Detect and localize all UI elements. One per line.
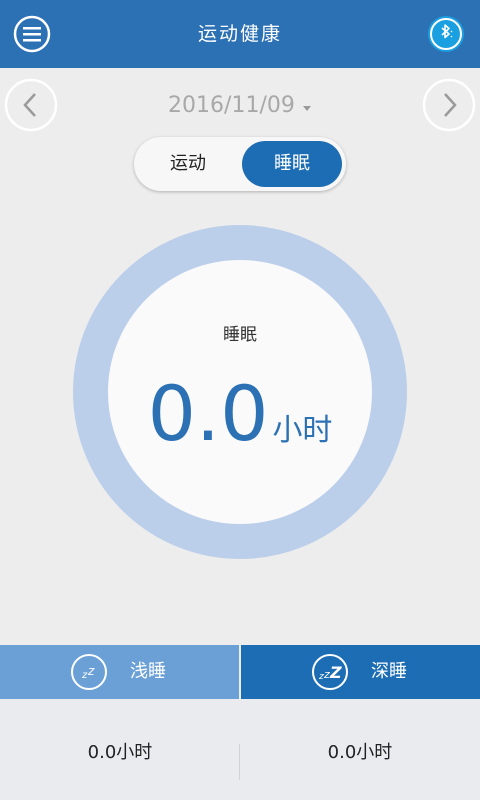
sleep-zz-icon: z z <box>71 654 107 690</box>
ring-value-display: 0.0 小时 <box>100 364 380 464</box>
svg-text:z: z <box>81 670 88 681</box>
tab-deep-sleep[interactable]: z z Z 深睡 <box>241 645 480 699</box>
ring-unit: 小时 <box>272 413 333 448</box>
light-sleep-value: 0.0小时 <box>87 742 153 763</box>
tab-deep-sleep-label: 深睡 <box>371 661 407 682</box>
tab-light-sleep[interactable]: z z 浅睡 <box>0 645 239 699</box>
sleep-zzz-icon: z z Z <box>312 654 348 690</box>
svg-text:z: z <box>323 668 330 681</box>
tab-light-sleep-label: 浅睡 <box>130 661 166 682</box>
svg-text:z: z <box>87 664 95 678</box>
svg-text:Z: Z <box>329 663 342 682</box>
ring-value: 0.0 <box>147 369 269 458</box>
ring-label: 睡眠 <box>223 325 257 345</box>
deep-sleep-value: 0.0小时 <box>327 742 393 763</box>
